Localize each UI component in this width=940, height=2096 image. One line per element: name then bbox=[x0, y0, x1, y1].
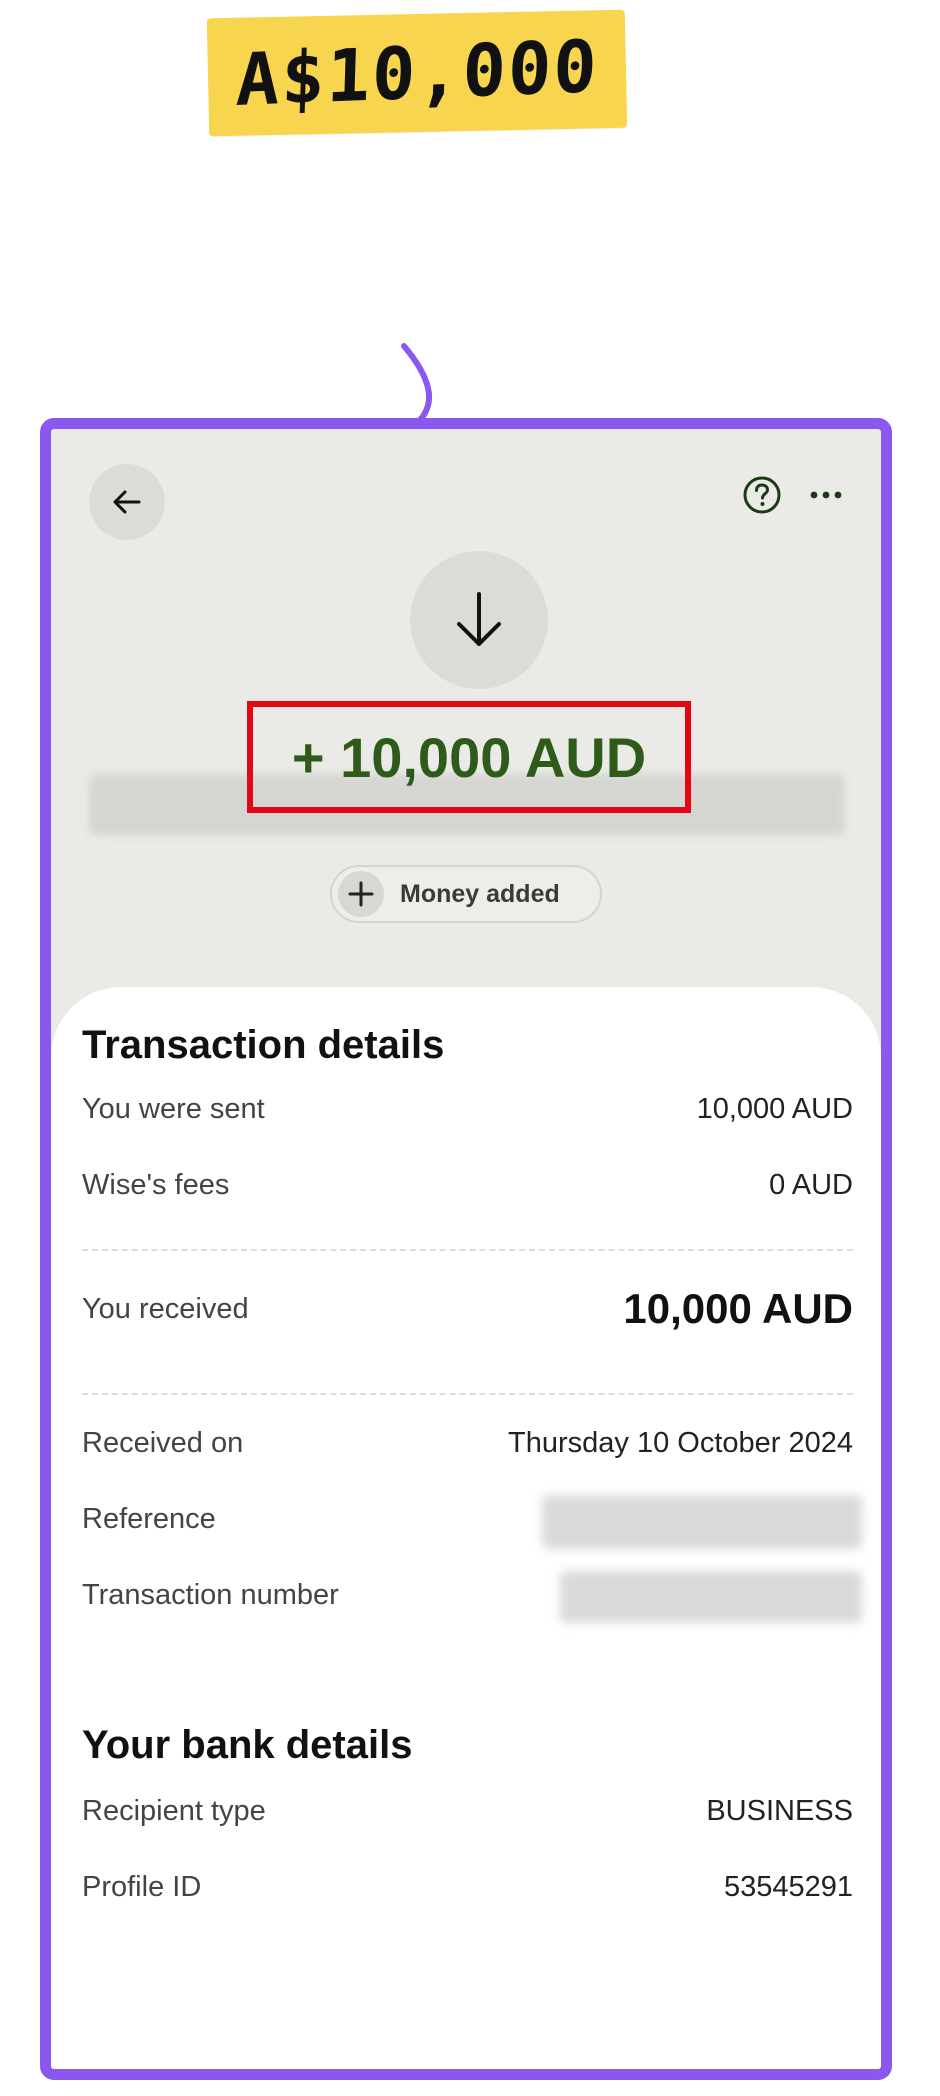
details-sheet: Transaction details You were sent 10,000… bbox=[51, 987, 881, 2069]
received-label: You received bbox=[82, 1292, 249, 1325]
detail-label: Received on bbox=[82, 1427, 244, 1459]
detail-value: 0 AUD bbox=[769, 1169, 853, 1201]
question-circle-icon[interactable] bbox=[742, 475, 782, 515]
detail-row: You were sent 10,000 AUD bbox=[82, 1093, 853, 1126]
detail-label: Recipient type bbox=[82, 1795, 266, 1827]
incoming-transfer-badge bbox=[410, 551, 548, 689]
detail-row: Received on Thursday 10 October 2024 bbox=[82, 1427, 853, 1460]
transaction-details-heading: Transaction details bbox=[82, 1023, 445, 1067]
transaction-amount: + 10,000 AUD bbox=[291, 725, 647, 789]
sticker-text: A$10,000 bbox=[234, 23, 600, 123]
redacted-reference bbox=[542, 1495, 862, 1549]
detail-row: Wise's fees 0 AUD bbox=[82, 1169, 853, 1202]
detail-row: Profile ID 53545291 bbox=[82, 1871, 853, 1904]
arrow-left-icon bbox=[113, 490, 141, 514]
detail-label: Profile ID bbox=[82, 1871, 202, 1903]
bank-details-heading: Your bank details bbox=[82, 1723, 413, 1767]
received-amount: 10,000 AUD bbox=[623, 1285, 853, 1332]
top-bar bbox=[51, 429, 881, 559]
detail-value: BUSINESS bbox=[706, 1795, 853, 1827]
more-horizontal-icon[interactable] bbox=[806, 483, 846, 507]
arrow-down-icon bbox=[457, 592, 501, 646]
status-chip-label: Money added bbox=[400, 879, 560, 908]
plus-icon bbox=[338, 871, 384, 917]
detail-value: 53545291 bbox=[723, 1871, 853, 1903]
back-button[interactable] bbox=[89, 464, 165, 540]
detail-row: Recipient type BUSINESS bbox=[82, 1795, 853, 1828]
received-row: You received 10,000 AUD bbox=[82, 1285, 853, 1333]
detail-value: 10,000 AUD bbox=[696, 1093, 853, 1125]
detail-label: You were sent bbox=[82, 1093, 265, 1125]
dashed-divider bbox=[82, 1249, 853, 1251]
detail-label: Reference bbox=[82, 1503, 216, 1535]
detail-value: Thursday 10 October 2024 bbox=[508, 1427, 853, 1459]
redacted-transaction-number bbox=[560, 1571, 862, 1623]
amount-highlight-box: + 10,000 AUD bbox=[247, 701, 691, 813]
phone-screen: + 10,000 AUD Money added Transaction det… bbox=[40, 418, 892, 2080]
detail-label: Transaction number bbox=[82, 1579, 339, 1611]
amount-annotation-sticker: A$10,000 bbox=[206, 9, 628, 137]
detail-label: Wise's fees bbox=[82, 1169, 230, 1201]
status-chip[interactable]: Money added bbox=[330, 865, 602, 923]
dashed-divider bbox=[82, 1393, 853, 1395]
